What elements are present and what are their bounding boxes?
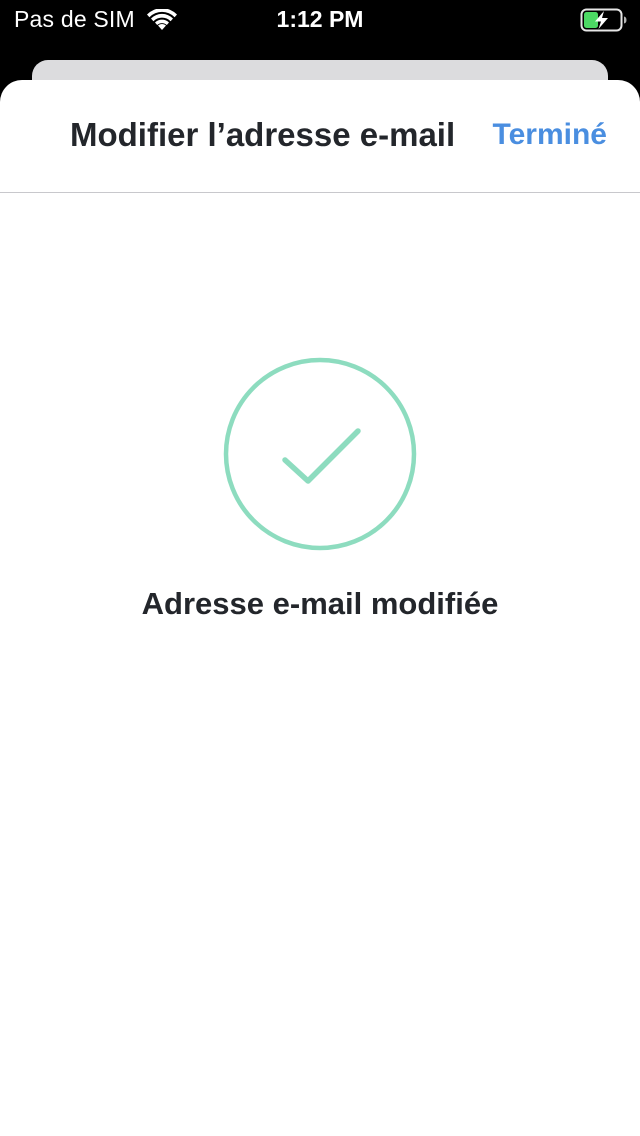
checkmark-circle-icon (222, 356, 418, 552)
page-title: Modifier l’adresse e-mail (70, 116, 456, 153)
battery-charging-icon (580, 8, 628, 32)
screen: Pas de SIM 1:12 PM Modifier l’adresse e-… (0, 0, 640, 1136)
modal-nav-bar: Modifier l’adresse e-mail Terminé (0, 80, 640, 193)
success-message: Adresse e-mail modifiée (141, 586, 499, 621)
status-bar: Pas de SIM 1:12 PM (0, 0, 640, 40)
modal-sheet: Modifier l’adresse e-mail Terminé Adress… (0, 80, 640, 1136)
done-button[interactable]: Terminé (493, 118, 607, 152)
status-time: 1:12 PM (276, 6, 364, 32)
